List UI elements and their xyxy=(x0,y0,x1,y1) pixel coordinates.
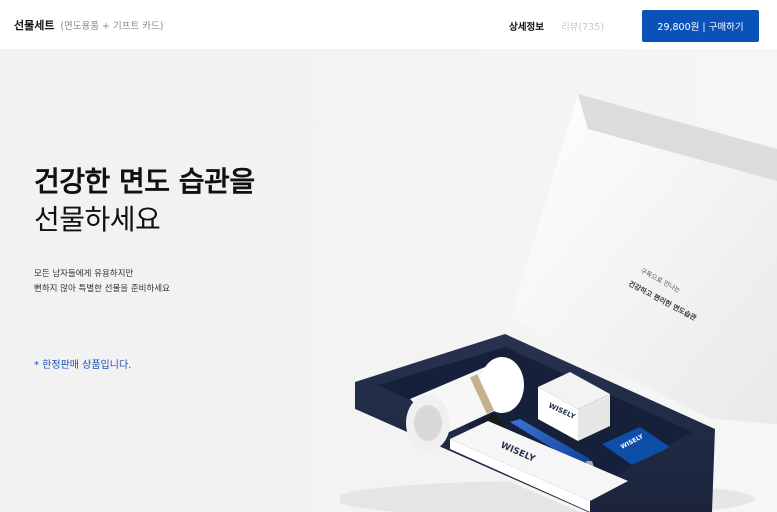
description-line-1: 모든 남자들에게 유용하지만 xyxy=(34,269,134,279)
hero-headline: 건강한 면도 습관을 선물하세요 xyxy=(34,163,255,239)
buy-button[interactable]: 29,800원 | 구매하기 xyxy=(642,10,759,42)
headline-line-1: 건강한 면도 습관을 xyxy=(34,165,255,198)
product-name: 선물세트 xyxy=(14,19,55,32)
tab-detail[interactable]: 상세정보 xyxy=(509,19,544,33)
headline-line-2: 선물하세요 xyxy=(34,203,161,236)
tab-review[interactable]: 리뷰(735) xyxy=(561,19,604,33)
top-bar: 선물세트 (면도용품 + 기프트 카드) 상세정보 리뷰(735) 29,800… xyxy=(0,0,777,49)
product-title: 선물세트 (면도용품 + 기프트 카드) xyxy=(14,17,163,33)
description-line-2: 뻔하지 않아 특별한 선물을 준비하세요 xyxy=(34,284,170,294)
hero-description: 모든 남자들에게 유용하지만 뻔하지 않아 특별한 선물을 준비하세요 xyxy=(34,267,170,297)
limited-edition-note: * 한정판매 상품입니다. xyxy=(34,360,132,371)
gift-box-image: 구독으로 만나는 건강하고 편리한 면도습관 WISELY WISELY WIS… xyxy=(340,94,777,512)
product-subtitle: (면도용품 + 기프트 카드) xyxy=(60,21,164,32)
hero-section: 건강한 면도 습관을 선물하세요 모든 남자들에게 유용하지만 뻔하지 않아 특… xyxy=(0,49,777,512)
